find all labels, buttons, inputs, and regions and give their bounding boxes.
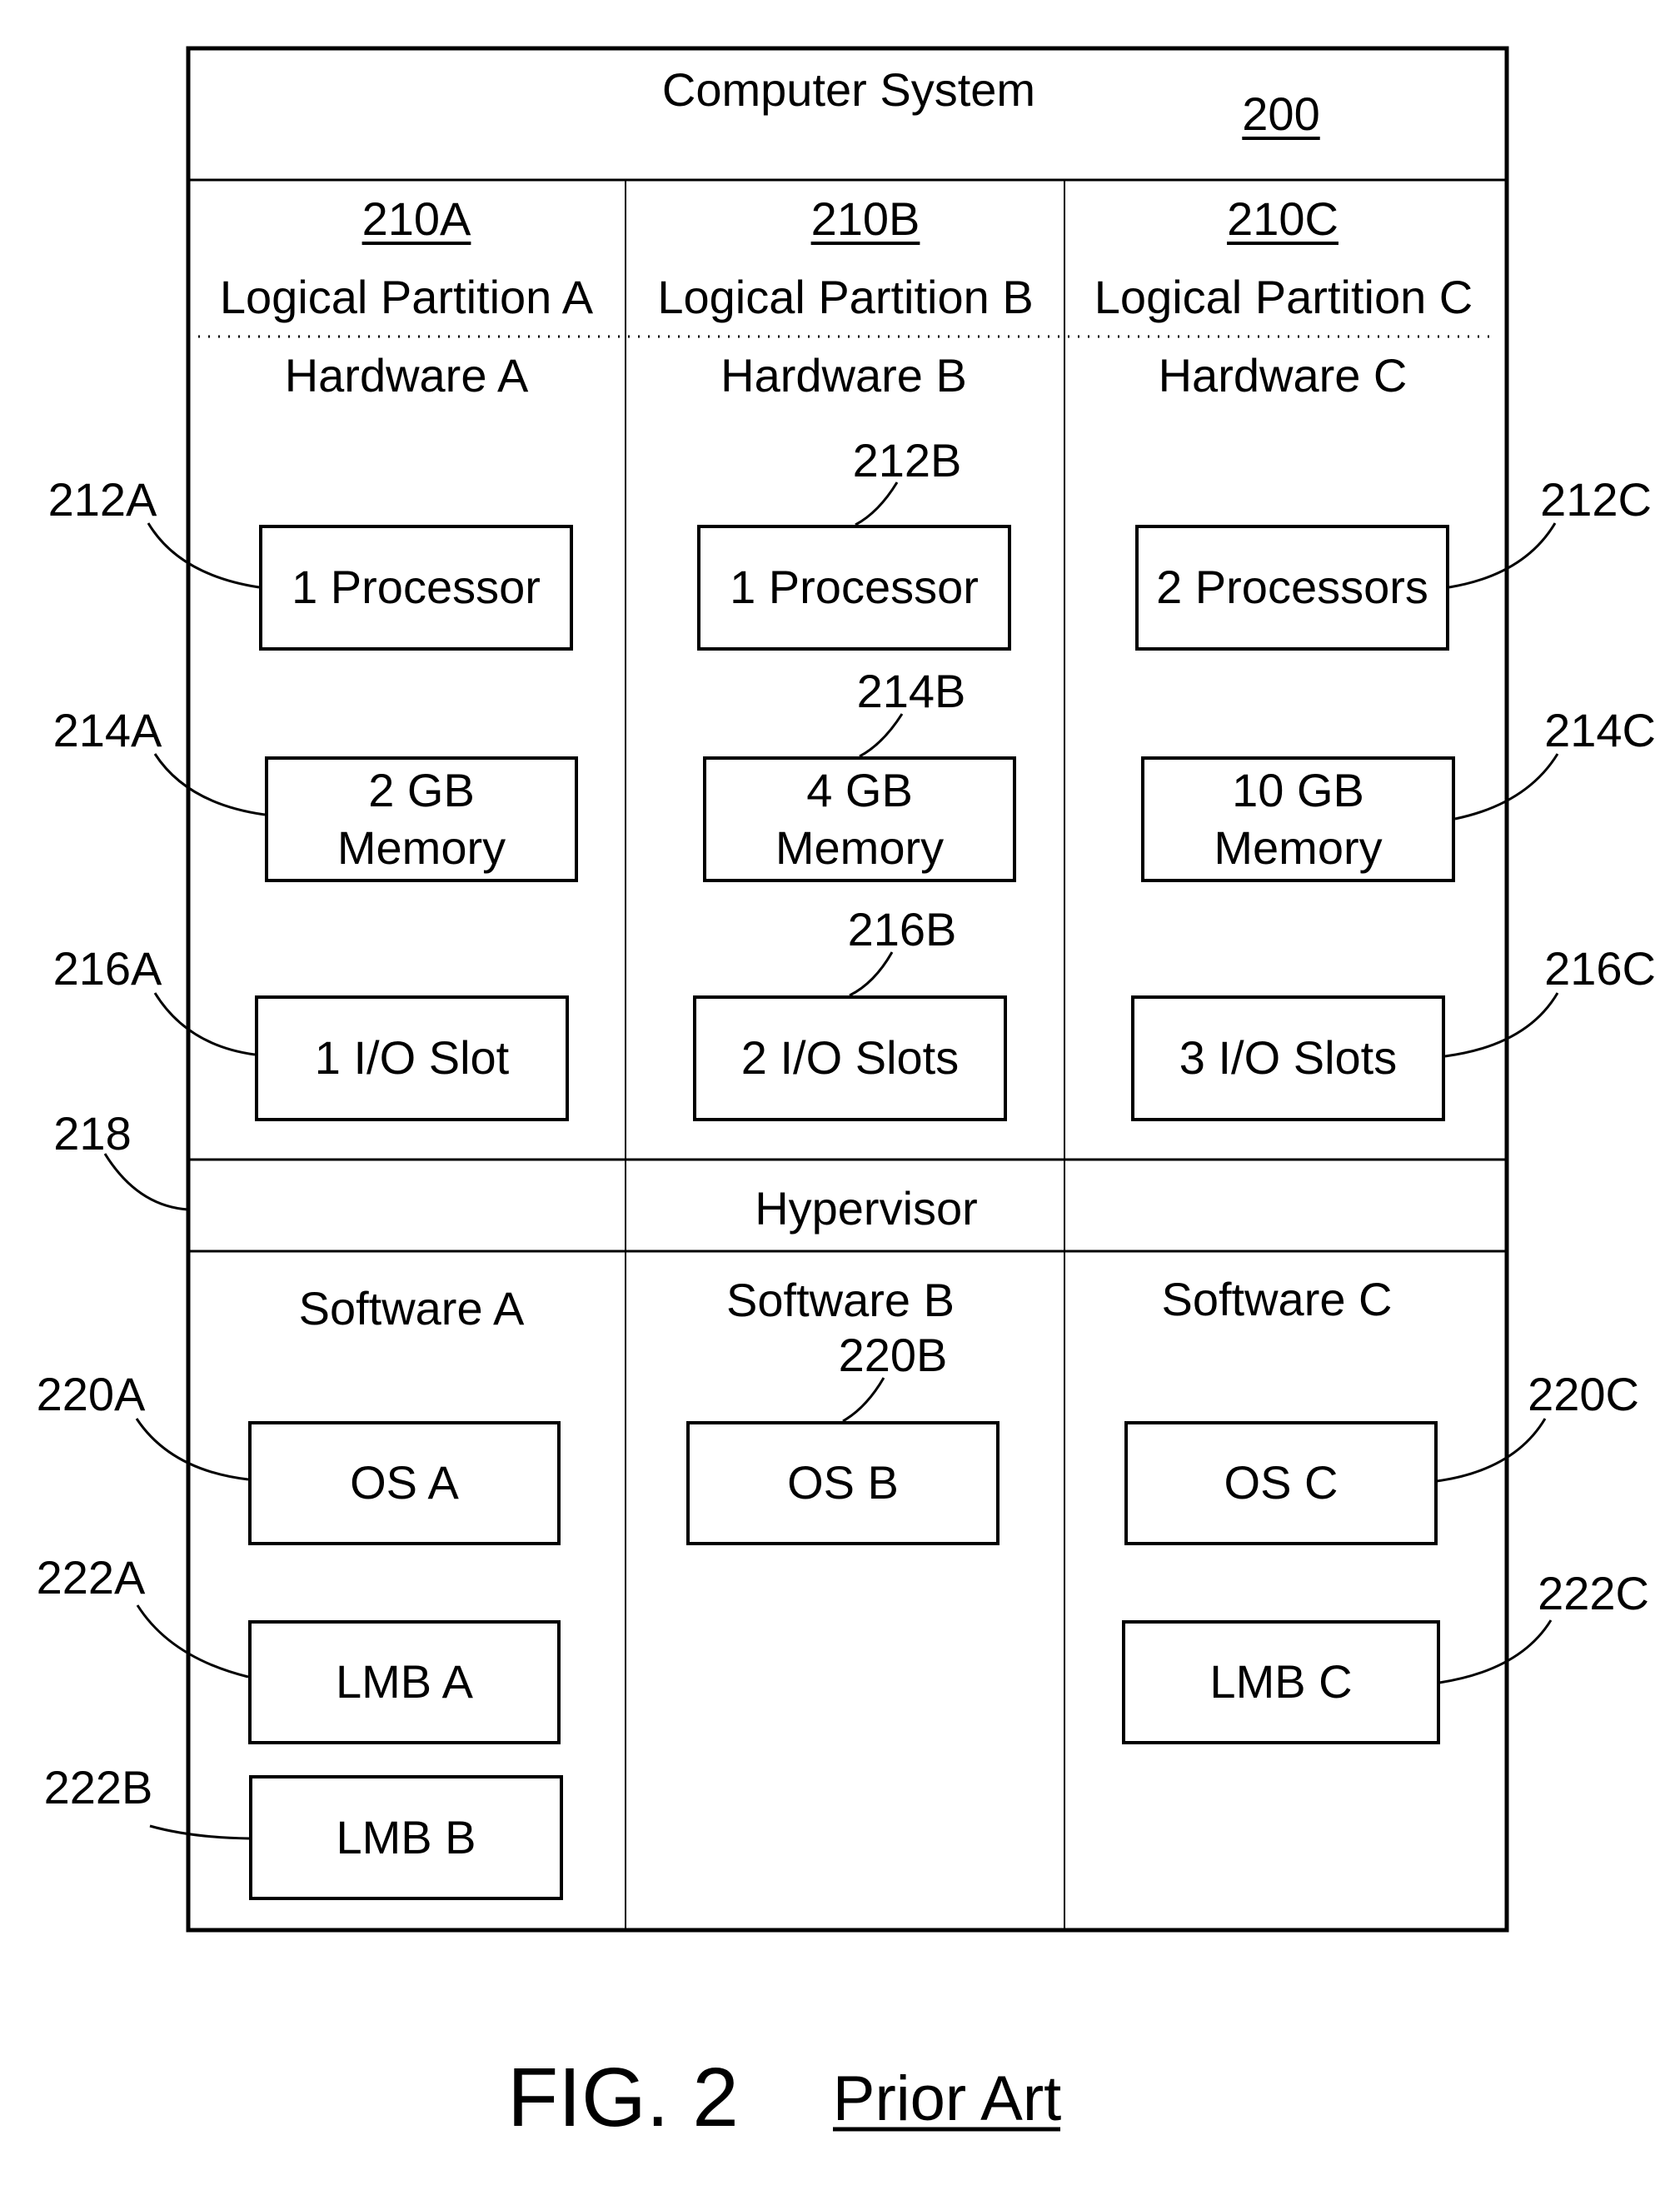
lmb-c-label: LMB C [1209, 1655, 1353, 1709]
leader-222B [149, 1824, 250, 1840]
ref-220B: 220B [838, 1329, 948, 1381]
ref-216A: 216A [52, 942, 162, 995]
hardware-b-title: Hardware B [720, 349, 967, 402]
io-b-label: 2 I/O Slots [740, 1031, 960, 1085]
memory-c-size: 10 GB [1232, 764, 1364, 817]
os-c-label: OS C [1224, 1456, 1339, 1509]
processor-b-label: 1 Processor [730, 561, 979, 614]
ref-218: 218 [53, 1107, 132, 1160]
ref-222B: 222B [43, 1761, 153, 1813]
partition-a-ref: 210A [361, 192, 471, 245]
software-b-title: Software B [726, 1274, 955, 1326]
processor-box-b: 1 Processor [697, 525, 1011, 651]
partition-c-name: Logical Partition C [1094, 271, 1473, 323]
leader-214A [153, 753, 266, 816]
memory-a-label: Memory [336, 821, 506, 874]
memory-a-size: 2 GB [368, 764, 475, 817]
hypervisor-label: Hypervisor [755, 1182, 978, 1235]
partition-b-name: Logical Partition B [657, 271, 1034, 323]
processor-box-a: 1 Processor [259, 525, 573, 651]
lmb-a-label: LMB A [336, 1655, 473, 1709]
leader-216C [1444, 992, 1559, 1058]
os-b-label: OS B [787, 1456, 899, 1509]
ref-212C: 212C [1540, 473, 1652, 526]
hardware-c-title: Hardware C [1158, 349, 1408, 402]
computer-system-title: Computer System [661, 63, 1036, 116]
memory-b-size: 4 GB [806, 764, 913, 817]
ref-220C: 220C [1528, 1368, 1639, 1420]
lmb-box-b: LMB B [249, 1775, 563, 1900]
processor-c-label: 2 Processors [1156, 561, 1428, 614]
leader-220A [135, 1418, 249, 1481]
partition-a-name: Logical Partition A [219, 271, 594, 323]
ref-220A: 220A [36, 1368, 146, 1420]
leader-222C [1438, 1619, 1553, 1684]
processor-a-label: 1 Processor [292, 561, 541, 614]
os-box-a: OS A [248, 1421, 561, 1545]
ref-214C: 214C [1544, 704, 1656, 756]
ref-212A: 212A [47, 473, 157, 526]
leader-216A [153, 992, 256, 1056]
io-a-label: 1 I/O Slot [314, 1031, 510, 1085]
os-box-c: OS C [1124, 1421, 1438, 1545]
ref-216C: 216C [1544, 942, 1656, 995]
partition-c-ref: 210C [1227, 192, 1339, 245]
processor-box-c: 2 Processors [1135, 525, 1449, 651]
software-c-title: Software C [1161, 1273, 1393, 1325]
memory-b-label: Memory [775, 821, 945, 874]
leader-218 [103, 1153, 189, 1211]
io-box-a: 1 I/O Slot [255, 995, 569, 1121]
memory-box-c: 10 GB Memory [1141, 756, 1455, 882]
lmb-b-label: LMB B [336, 1810, 476, 1863]
os-a-label: OS A [350, 1456, 459, 1509]
leader-212B [855, 481, 899, 526]
leader-222A [136, 1604, 249, 1679]
io-box-c: 3 I/O Slots [1131, 995, 1445, 1121]
ref-216B: 216B [847, 903, 957, 955]
prior-art-note: Prior Art [832, 2063, 1062, 2134]
io-c-label: 3 I/O Slots [1179, 1031, 1398, 1085]
partition-b-ref: 210B [810, 192, 920, 245]
software-a-title: Software A [298, 1282, 525, 1334]
ref-212B: 212B [852, 434, 962, 486]
memory-box-a: 2 GB Memory [265, 756, 578, 882]
ref-214B: 214B [856, 665, 966, 717]
computer-system-ref: 200 [1242, 87, 1320, 140]
leader-220C [1436, 1418, 1547, 1483]
leader-212A [147, 522, 260, 589]
leader-212C [1448, 522, 1557, 589]
lmb-box-c: LMB C [1122, 1620, 1440, 1744]
leader-216B [849, 951, 894, 997]
hardware-a-title: Hardware A [284, 349, 529, 402]
ref-222A: 222A [36, 1551, 146, 1604]
leader-214B [859, 713, 904, 758]
io-box-b: 2 I/O Slots [693, 995, 1007, 1121]
lmb-box-a: LMB A [248, 1620, 561, 1744]
ref-214A: 214A [52, 704, 162, 756]
memory-c-label: Memory [1214, 821, 1383, 874]
leader-220B [842, 1377, 885, 1423]
figure-caption: FIG. 2 [507, 2051, 739, 2144]
os-box-b: OS B [686, 1421, 1000, 1545]
ref-222C: 222C [1538, 1567, 1649, 1619]
memory-box-b: 4 GB Memory [703, 756, 1016, 882]
